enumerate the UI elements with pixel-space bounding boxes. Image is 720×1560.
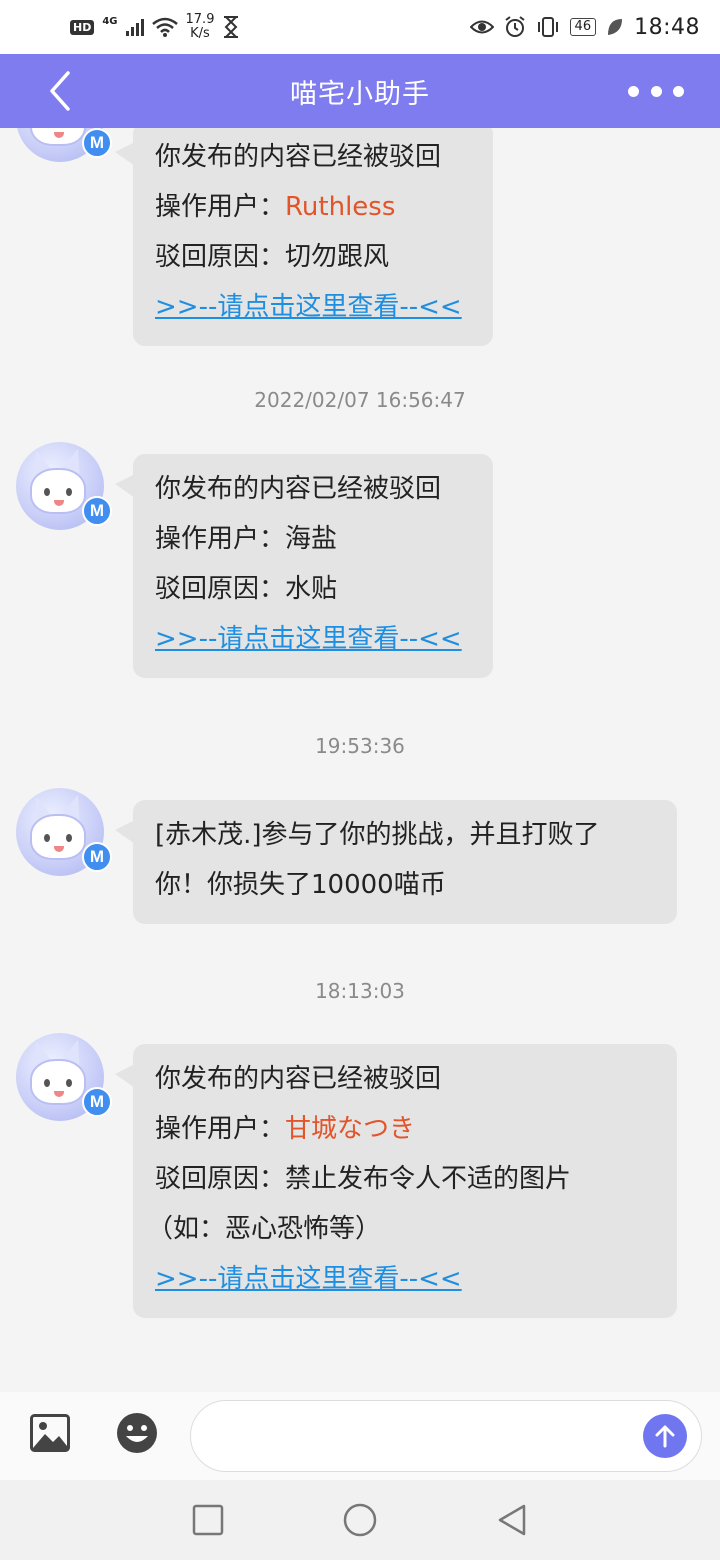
- user-name[interactable]: 甘城なつき: [285, 1114, 415, 1144]
- avatar-face: [30, 128, 86, 146]
- view-link[interactable]: >>--请点击这里查看--<<: [155, 282, 471, 332]
- user-name[interactable]: 海盐: [285, 524, 337, 554]
- home-button[interactable]: [342, 1502, 378, 1538]
- avatar-face: [30, 814, 86, 860]
- status-left: HD 4G 17.9 K/s: [70, 13, 240, 41]
- user-label: 操作用户：: [155, 1114, 286, 1144]
- image-button[interactable]: [30, 1414, 70, 1452]
- recents-button[interactable]: [190, 1502, 226, 1538]
- message-user-line: 操作用户：海盐: [155, 514, 471, 564]
- avatar-eye: [66, 1079, 72, 1087]
- message-text: 你发布的内容已经被驳回: [155, 142, 442, 172]
- avatar-mouth: [54, 500, 64, 506]
- speed-value: 17.9: [185, 12, 215, 27]
- triangle-back-icon: [498, 1504, 526, 1536]
- vibrate-icon: [537, 17, 558, 37]
- avatar-eye: [66, 834, 72, 842]
- clock: 18:48: [634, 14, 700, 40]
- message-reason-line: 驳回原因：水贴: [155, 564, 471, 614]
- emoji-icon: [117, 1413, 157, 1453]
- avatar[interactable]: M: [16, 128, 112, 162]
- hourglass-icon: [224, 16, 239, 38]
- avatar[interactable]: M: [16, 1033, 112, 1121]
- emoji-button[interactable]: [116, 1412, 158, 1454]
- hd-badge: HD: [70, 19, 95, 35]
- message-input-box[interactable]: [190, 1400, 702, 1472]
- user-label: 操作用户：: [155, 524, 286, 554]
- avatar-eye: [44, 1079, 50, 1087]
- more-dot: [628, 85, 639, 97]
- avatar-badge: M: [82, 496, 112, 526]
- avatar[interactable]: M: [16, 788, 112, 876]
- chevron-left-icon: [50, 71, 70, 111]
- message-text: 你发布的内容已经被驳回: [155, 474, 442, 504]
- wifi-icon: [151, 17, 178, 37]
- view-link[interactable]: >>--请点击这里查看--<<: [155, 1254, 655, 1304]
- reason-label: 驳回原因：: [155, 1164, 286, 1194]
- network-type: 4G: [102, 15, 118, 27]
- avatar-badge: M: [82, 1087, 112, 1117]
- avatar-eye: [66, 488, 72, 496]
- status-right: 46 18:48: [469, 14, 700, 40]
- send-arrow-up-icon: [655, 1425, 675, 1448]
- timestamp: 19:53:36: [315, 734, 405, 758]
- alarm-icon: [504, 16, 525, 37]
- square-icon: [192, 1504, 224, 1536]
- message-bubble[interactable]: 你发布的内容已经被驳回 操作用户：海盐 驳回原因：水贴 >>--请点击这里查看-…: [115, 454, 493, 678]
- avatar-mouth: [54, 846, 64, 852]
- reason-label: 驳回原因：: [155, 242, 286, 272]
- system-nav-bar: [0, 1480, 720, 1560]
- reason-text: 切勿跟风: [285, 242, 390, 272]
- avatar-face: [30, 1059, 86, 1105]
- page-title: 喵宅小助手: [290, 78, 430, 110]
- user-name[interactable]: Ruthless: [285, 192, 395, 222]
- chat-list[interactable]: M 你发布的内容已经被驳回 操作用户：Ruthless 驳回原因：切勿跟风 >>…: [0, 128, 720, 1392]
- view-link[interactable]: >>--请点击这里查看--<<: [155, 614, 471, 664]
- more-dot: [650, 85, 662, 97]
- timestamp: 18:13:03: [315, 979, 405, 1003]
- avatar-badge: M: [82, 128, 112, 158]
- more-dot: [673, 85, 684, 97]
- avatar-eye: [44, 488, 50, 496]
- avatar-eye: [44, 834, 50, 842]
- message-bubble[interactable]: 你发布的内容已经被驳回 操作用户：甘城なつき 驳回原因：禁止发布令人不适的图片 …: [115, 1044, 677, 1318]
- avatar-mouth: [54, 132, 64, 138]
- avatar-face: [30, 468, 86, 514]
- send-button[interactable]: [643, 1414, 687, 1458]
- message-user-line: 操作用户：Ruthless: [155, 182, 471, 232]
- eye-icon: [469, 20, 494, 34]
- reason-continued: （如：恶心恐怖等）: [147, 1214, 382, 1244]
- reason-label: 驳回原因：: [155, 574, 286, 604]
- message-user-line: 操作用户：甘城なつき: [155, 1104, 655, 1154]
- avatar-mouth: [54, 1091, 64, 1097]
- message-reason-line: 驳回原因：禁止发布令人不适的图片: [155, 1154, 655, 1204]
- battery-icon: 46: [569, 18, 597, 36]
- avatar[interactable]: M: [16, 442, 112, 530]
- back-button[interactable]: [40, 68, 80, 114]
- message-text: [赤木茂.]参与了你的挑战，并且打败了: [155, 820, 600, 850]
- avatar-badge: M: [82, 842, 112, 872]
- circle-icon: [343, 1503, 377, 1537]
- title-bar: 喵宅小助手: [0, 54, 720, 128]
- message-text: 你！你损失了10000喵币: [155, 870, 446, 900]
- image-icon: [30, 1414, 70, 1452]
- nav-back-button[interactable]: [494, 1502, 530, 1538]
- message-reason-line: 驳回原因：切勿跟风: [155, 232, 471, 282]
- message-input[interactable]: [215, 1419, 635, 1453]
- message-text: 你发布的内容已经被驳回: [155, 1064, 442, 1094]
- more-button[interactable]: [628, 78, 684, 104]
- signal-icon: [125, 18, 144, 36]
- input-bar: [0, 1392, 720, 1480]
- speed-unit: K/s: [190, 26, 210, 41]
- network-speed: 17.9 K/s: [186, 13, 215, 41]
- leaf-icon: [608, 19, 623, 35]
- user-label: 操作用户：: [155, 192, 286, 222]
- message-bubble[interactable]: 你发布的内容已经被驳回 操作用户：Ruthless 驳回原因：切勿跟风 >>--…: [115, 128, 493, 346]
- status-bar: HD 4G 17.9 K/s 46 18:48: [0, 0, 720, 54]
- message-bubble[interactable]: [赤木茂.]参与了你的挑战，并且打败了 你！你损失了10000喵币: [115, 800, 677, 924]
- reason-text: 水贴: [285, 574, 338, 604]
- timestamp: 2022/02/07 16:56:47: [254, 388, 466, 412]
- reason-text: 禁止发布令人不适的图片: [285, 1164, 572, 1194]
